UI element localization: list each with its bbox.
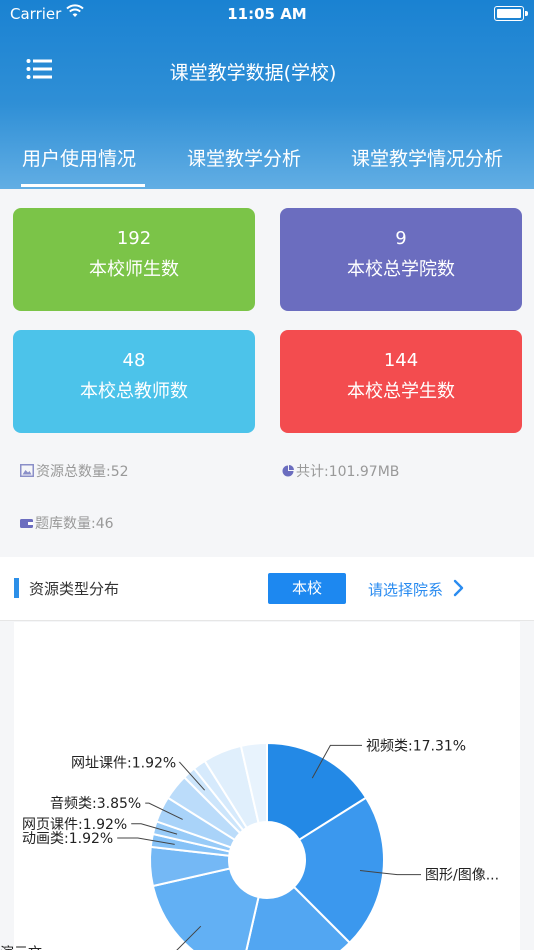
status-time: 11:05 AM bbox=[227, 5, 307, 23]
resource-count-text: 资源总数量:52 bbox=[36, 464, 129, 480]
card-value: 192 bbox=[116, 228, 152, 249]
card-value: 9 bbox=[395, 228, 407, 249]
resource-type-section-bar: 资源类型分布 本校 请选择院系 bbox=[0, 557, 534, 621]
tab-bar: 用户使用情况 课堂教学分析 课堂教学情况分析 bbox=[0, 140, 534, 189]
pie-chart-icon bbox=[282, 465, 294, 481]
pie-label: 音频类:3.85% bbox=[50, 795, 141, 812]
chevron-right-icon[interactable] bbox=[452, 579, 464, 601]
tab-classroom-analysis[interactable]: 课堂教学分析 bbox=[187, 144, 301, 171]
card-label: 本校总学生数 bbox=[347, 381, 455, 402]
chart-area: 视频类:17.31% 图形/图像... 演示文... 动画类:1.92%网页课件:1.… bbox=[0, 622, 534, 950]
pie-label: 演示文... bbox=[0, 946, 55, 950]
card-value: 48 bbox=[122, 350, 146, 371]
page-title: 课堂教学数据(学校) bbox=[169, 62, 337, 84]
status-bar: Carrier 11:05 AM bbox=[0, 0, 534, 28]
resource-type-pie-chart: 视频类:17.31% 图形/图像... 演示文... 动画类:1.92%网页课件:1.… bbox=[0, 738, 499, 950]
section-accent bbox=[14, 578, 19, 598]
active-tab-indicator bbox=[21, 184, 145, 187]
tab-classroom-situation-analysis[interactable]: 课堂教学情况分析 bbox=[351, 144, 503, 171]
wallet-icon bbox=[20, 517, 33, 533]
pie-label: 图形/图像... bbox=[425, 868, 499, 884]
battery-icon bbox=[494, 6, 528, 21]
pie-label: 视频类:17.31% bbox=[366, 738, 466, 754]
total-size: 共计:101.97MB bbox=[282, 461, 399, 481]
department-select[interactable]: 请选择院系 bbox=[368, 579, 443, 600]
card-colleges[interactable]: 9 本校总学院数 bbox=[280, 208, 522, 311]
pie-label: 网址课件:1.92% bbox=[71, 755, 176, 771]
header: Carrier 11:05 AM 课堂教学数据(学校) 用户使用情况 课堂教学分… bbox=[0, 0, 534, 189]
section-title: 资源类型分布 bbox=[29, 580, 120, 598]
card-value: 144 bbox=[383, 350, 419, 371]
resource-count: 资源总数量:52 bbox=[20, 461, 129, 481]
card-school-members[interactable]: 192 本校师生数 bbox=[13, 208, 255, 311]
pie-label: 动画类:1.92% bbox=[22, 831, 113, 847]
card-label: 本校总教师数 bbox=[80, 381, 188, 402]
pie-label: 网页课件:1.92% bbox=[22, 817, 127, 833]
question-bank-text: 题库数量:46 bbox=[35, 516, 114, 532]
card-teachers[interactable]: 48 本校总教师数 bbox=[13, 330, 255, 433]
card-label: 本校总学院数 bbox=[347, 259, 455, 280]
card-students[interactable]: 144 本校总学生数 bbox=[280, 330, 522, 433]
image-icon bbox=[20, 464, 34, 481]
school-filter-button[interactable]: 本校 bbox=[268, 573, 346, 604]
question-bank-count: 题库数量:46 bbox=[20, 513, 114, 533]
stats-area: 192 本校师生数 9 本校总学院数 48 本校总教师数 144 本校总学生数 … bbox=[0, 189, 534, 555]
total-size-text: 共计:101.97MB bbox=[296, 464, 400, 480]
tab-user-usage[interactable]: 用户使用情况 bbox=[22, 144, 136, 171]
card-label: 本校师生数 bbox=[89, 259, 179, 280]
